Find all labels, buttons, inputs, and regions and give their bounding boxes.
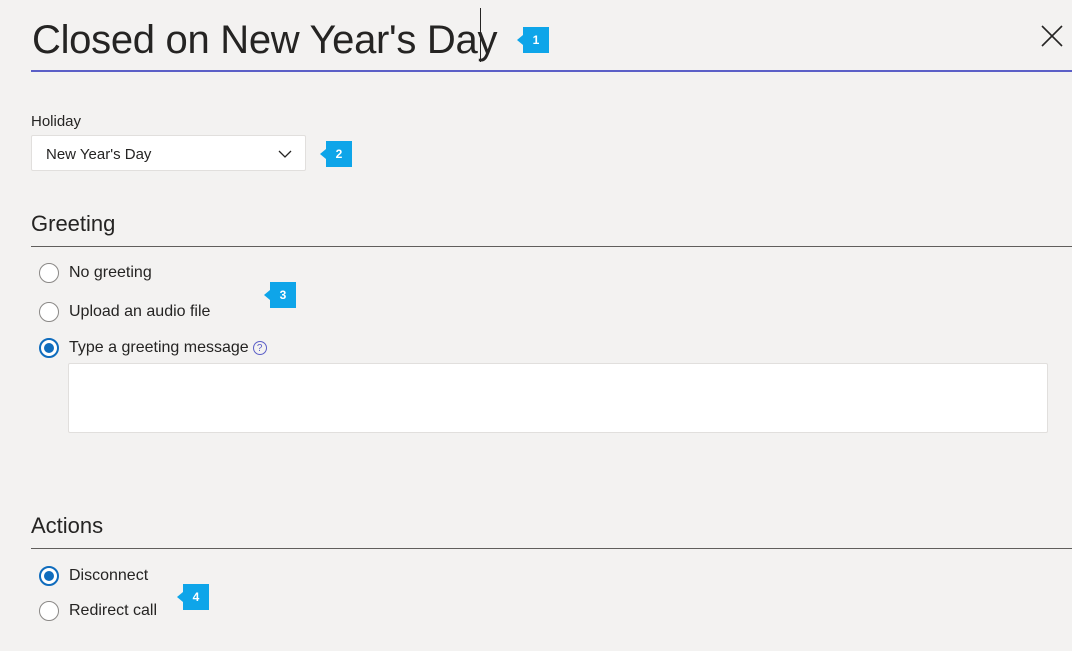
radio-label: Type a greeting message bbox=[69, 339, 249, 356]
text-caret bbox=[480, 8, 481, 62]
callout-badge-2: 2 bbox=[320, 141, 352, 167]
radio-button[interactable] bbox=[39, 302, 59, 322]
holiday-label: Holiday bbox=[31, 113, 82, 130]
radio-disconnect[interactable]: Disconnect bbox=[39, 564, 148, 588]
radio-label: Disconnect bbox=[69, 567, 149, 584]
radio-button-selected[interactable] bbox=[39, 566, 59, 586]
actions-divider bbox=[31, 548, 1072, 549]
radio-no-greeting[interactable]: No greeting bbox=[39, 261, 152, 285]
close-button[interactable] bbox=[1036, 20, 1068, 52]
holiday-dropdown-value: New Year's Day bbox=[46, 146, 152, 163]
actions-heading: Actions bbox=[31, 513, 104, 538]
greeting-divider bbox=[31, 246, 1072, 247]
holiday-name-input[interactable]: Closed on New Year's Day bbox=[31, 6, 1072, 72]
radio-redirect-call[interactable]: Redirect call bbox=[39, 599, 157, 623]
holiday-name-value: Closed on New Year's Day bbox=[32, 18, 498, 62]
greeting-heading: Greeting bbox=[31, 211, 116, 236]
radio-button[interactable] bbox=[39, 601, 59, 621]
radio-button-selected[interactable] bbox=[39, 338, 59, 358]
holiday-dropdown[interactable]: New Year's Day bbox=[31, 135, 306, 171]
callout-badge-1: 1 bbox=[517, 27, 549, 53]
radio-type-greeting[interactable]: Type a greeting message ? bbox=[39, 336, 267, 360]
radio-label: Redirect call bbox=[69, 602, 158, 619]
callout-badge-3: 3 bbox=[264, 282, 296, 308]
radio-label: Upload an audio file bbox=[69, 303, 211, 320]
close-icon bbox=[1041, 25, 1063, 47]
chevron-down-icon bbox=[278, 150, 292, 158]
radio-button[interactable] bbox=[39, 263, 59, 283]
radio-label: No greeting bbox=[69, 264, 152, 281]
holiday-settings-panel: Closed on New Year's Day 1 Holiday New Y… bbox=[0, 0, 1072, 651]
greeting-message-textarea[interactable] bbox=[68, 363, 1048, 433]
radio-upload-audio[interactable]: Upload an audio file bbox=[39, 300, 210, 324]
callout-badge-4: 4 bbox=[177, 584, 209, 610]
help-icon[interactable]: ? bbox=[252, 341, 267, 355]
